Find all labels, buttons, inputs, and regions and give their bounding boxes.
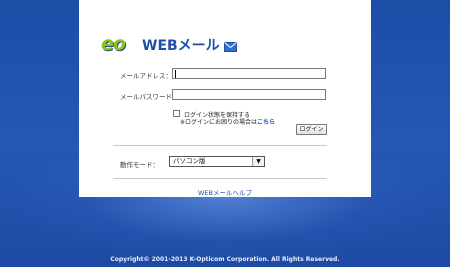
divider — [113, 145, 327, 146]
remember-checkbox[interactable] — [173, 110, 180, 117]
login-panel: eo WEBメール メールアドレス： メールパスワード： ログイン状態を保持する… — [79, 0, 371, 197]
forgot-link[interactable]: こちら — [257, 119, 275, 126]
login-button[interactable]: ログイン — [296, 124, 327, 135]
help-link[interactable]: WEBメールヘルプ — [79, 187, 371, 197]
forgot-text: ※ログインにお困りの場合はこちら — [180, 117, 275, 126]
chevron-down-icon[interactable]: ▼ — [252, 157, 264, 166]
mode-select[interactable]: パソコン版 ▼ — [169, 156, 265, 167]
address-input[interactable] — [172, 68, 326, 79]
address-label: メールアドレス： — [120, 72, 172, 80]
password-input[interactable] — [172, 89, 326, 100]
mode-label: 動作モード： — [120, 161, 159, 169]
divider — [113, 178, 327, 179]
text-caret — [175, 70, 176, 78]
eo-brand: eo — [101, 33, 126, 55]
copyright-text: Copyright© 2001-2013 K-Opticom Corporati… — [110, 256, 340, 263]
password-label: メールパスワード： — [120, 93, 179, 101]
envelope-icon — [224, 37, 237, 56]
logo-title: WEBメール — [142, 38, 220, 54]
forgot-prefix: ※ログインにお困りの場合は — [180, 119, 258, 126]
mode-selected: パソコン版 — [173, 157, 206, 165]
